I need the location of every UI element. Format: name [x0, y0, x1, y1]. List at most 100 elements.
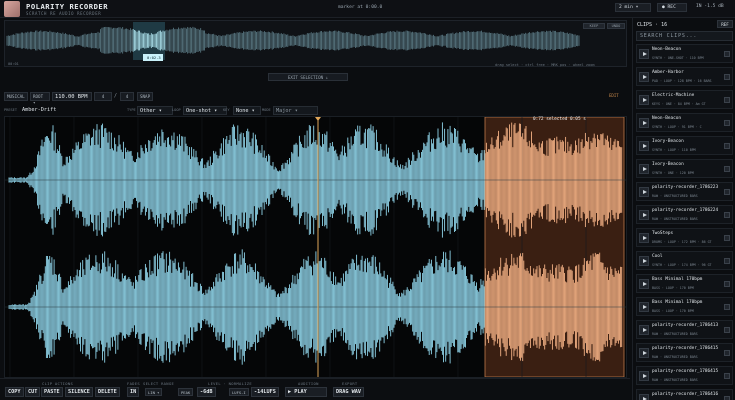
bpm-input[interactable]: 110.00 BPM: [52, 92, 92, 101]
overview-time-label: 00:01: [8, 62, 19, 66]
app-logo: [4, 1, 20, 17]
clip-checkbox[interactable]: [724, 166, 730, 172]
clip-checkbox[interactable]: [724, 189, 730, 195]
clip-checkbox[interactable]: [724, 143, 730, 149]
root-select[interactable]: ROOT ▾: [30, 92, 50, 105]
clip-checkbox[interactable]: [724, 350, 730, 356]
clip-item[interactable]: TwoSteps DRUMS · LOOP · 172 BPM · 86 GT: [636, 228, 733, 247]
musical-toggle[interactable]: MUSICAL: [4, 92, 28, 101]
copy-button[interactable]: COPY: [5, 387, 24, 397]
top-bar: POLARITY RECORDER SCRATCH RE AUDIO RECOR…: [0, 0, 735, 18]
lufs-mode-button[interactable]: LUFS-I: [229, 388, 249, 396]
clip-item[interactable]: polarity-recorder_1786415 RAW · UNSTRUCTU…: [636, 343, 733, 362]
clip-name-input[interactable]: Amber-Drift: [20, 106, 122, 115]
main-waveform[interactable]: [4, 116, 627, 378]
exit-selection-button[interactable]: EXIT SELECTION ↓: [268, 73, 348, 81]
clip-search-input[interactable]: SEARCH CLIPS...: [636, 31, 733, 41]
play-icon[interactable]: [639, 233, 649, 243]
drag-wav-button[interactable]: DRAG WAV: [333, 387, 364, 397]
duration-select[interactable]: 2 min ▾: [615, 3, 651, 12]
cut-button[interactable]: CUT: [25, 387, 41, 397]
record-button[interactable]: ● REC: [657, 3, 687, 12]
clip-checkbox[interactable]: [724, 258, 730, 264]
peak-button[interactable]: PEAK: [178, 388, 194, 396]
clip-item[interactable]: Bass Minimal 170bpm BASS · LOOP · 170 BPM: [636, 274, 733, 293]
clip-item[interactable]: polarity-recorder_1786224 RAW · UNSTRUCTU…: [636, 205, 733, 224]
fades-label: FADES: [127, 381, 140, 386]
duration-value: 2 min: [619, 5, 633, 10]
play-icon[interactable]: [639, 141, 649, 151]
signature-select[interactable]: 4: [120, 92, 134, 101]
ref-button[interactable]: REF: [717, 20, 733, 28]
overview-undo-button[interactable]: UNDO: [607, 23, 625, 29]
clip-checkbox[interactable]: [724, 396, 730, 400]
clip-checkbox[interactable]: [724, 212, 730, 218]
clip-item[interactable]: polarity-recorder_1786413 RAW · UNSTRUCTU…: [636, 320, 733, 339]
delete-button[interactable]: DELETE: [95, 387, 120, 397]
clip-item[interactable]: Bass Minimal 170bpm BASS · LOOP · 170 BPM: [636, 297, 733, 316]
clip-tags: RAW · UNSTRUCTURED BARS: [652, 378, 698, 382]
clip-checkbox[interactable]: [724, 235, 730, 241]
play-icon[interactable]: [639, 49, 649, 59]
clip-item[interactable]: polarity-recorder_1786416RAW · UNSTRUCTU…: [636, 389, 733, 400]
overview-waveform[interactable]: KEEP UNDO 00:01 0:02.3 drag select · ctr…: [4, 20, 627, 67]
clip-item[interactable]: Cool SYNTH · LOOP · 174 BPM · 96 GT: [636, 251, 733, 270]
clip-item[interactable]: polarity-recorder_1786415 RAW · UNSTRUCTU…: [636, 366, 733, 385]
lufs-target-button[interactable]: -14LUFS: [251, 387, 279, 397]
scale-select[interactable]: Major ▾: [273, 106, 318, 115]
waveform-svg: [5, 116, 626, 378]
play-icon[interactable]: [639, 325, 649, 335]
play-icon[interactable]: [639, 95, 649, 105]
clip-checkbox[interactable]: [724, 327, 730, 333]
play-icon[interactable]: [639, 164, 649, 174]
overview-keep-button[interactable]: KEEP: [583, 23, 605, 29]
clip-tags: PAD · LOOP · 128 BPM · 16 BARS: [652, 79, 712, 83]
clip-item[interactable]: Neon-Beacon SYNTH · ONE-SHOT · 110 BPM: [636, 44, 733, 63]
clip-checkbox[interactable]: [724, 97, 730, 103]
play-icon[interactable]: [639, 302, 649, 312]
clip-checkbox[interactable]: [724, 51, 730, 57]
play-icon[interactable]: [639, 348, 649, 358]
playhead-handle: [315, 117, 321, 121]
clip-checkbox[interactable]: [724, 281, 730, 287]
clip-name: Neon-Beacon: [652, 47, 682, 52]
snap-toggle[interactable]: SNAP: [137, 92, 153, 101]
edit-mode-label: EDIT: [609, 93, 619, 98]
clip-tags: RAW · UNSTRUCTURED BARS: [652, 355, 698, 359]
clip-checkbox[interactable]: [724, 304, 730, 310]
loop-mode-select[interactable]: One-shot ▾: [183, 106, 227, 115]
play-icon[interactable]: [639, 118, 649, 128]
key-label: KEY: [223, 108, 230, 112]
clip-name: polarity-recorder_1786416: [652, 392, 719, 397]
play-icon[interactable]: [639, 371, 649, 381]
clip-item[interactable]: Amber-Harbor PAD · LOOP · 128 BPM · 16 BA…: [636, 67, 733, 86]
clip-item[interactable]: Neon-Beacon SYNTH · LOOP · 91 BPM · C: [636, 113, 733, 132]
clip-checkbox[interactable]: [724, 74, 730, 80]
clip-name: Ivory-Beacon: [652, 162, 684, 167]
clip-item[interactable]: Electric-Machine KEYS · ONE · 84 BPM · Am…: [636, 90, 733, 109]
fade-curve-select[interactable]: LIN ▾: [145, 388, 163, 396]
clip-checkbox[interactable]: [724, 120, 730, 126]
clip-item[interactable]: polarity-recorder_1786223 RAW · UNSTRUCTU…: [636, 182, 733, 201]
clip-name: polarity-recorder_1786415: [652, 369, 719, 374]
clip-actions-label: CLIP ACTIONS: [42, 381, 74, 386]
type-select[interactable]: Other ▾: [137, 106, 173, 115]
play-button[interactable]: ▶ PLAY: [285, 387, 327, 397]
clip-checkbox[interactable]: [724, 373, 730, 379]
play-icon[interactable]: [639, 394, 649, 400]
normalize-db-button[interactable]: -6dB: [197, 387, 216, 397]
fade-in-button[interactable]: IN: [127, 387, 140, 397]
play-icon[interactable]: [639, 279, 649, 289]
play-icon[interactable]: [639, 72, 649, 82]
beats-input[interactable]: 4: [94, 92, 112, 101]
level-label: LEVEL · NORMALIZE: [208, 381, 252, 386]
play-icon[interactable]: [639, 256, 649, 266]
musical-toolbar: MUSICAL ROOT ▾ 110.00 BPM 4 / 4 SNAP EDI…: [4, 92, 627, 105]
silence-button[interactable]: SILENCE: [65, 387, 93, 397]
clip-item[interactable]: Ivory-Beacon SYNTH · LOOP · 110 BPM: [636, 136, 733, 155]
key-select[interactable]: None ▾: [233, 106, 261, 115]
paste-button[interactable]: PASTE: [41, 387, 63, 397]
clip-item[interactable]: Ivory-Beacon SYNTH · ONE · 120 BPM: [636, 159, 733, 178]
play-icon[interactable]: [639, 187, 649, 197]
play-icon[interactable]: [639, 210, 649, 220]
